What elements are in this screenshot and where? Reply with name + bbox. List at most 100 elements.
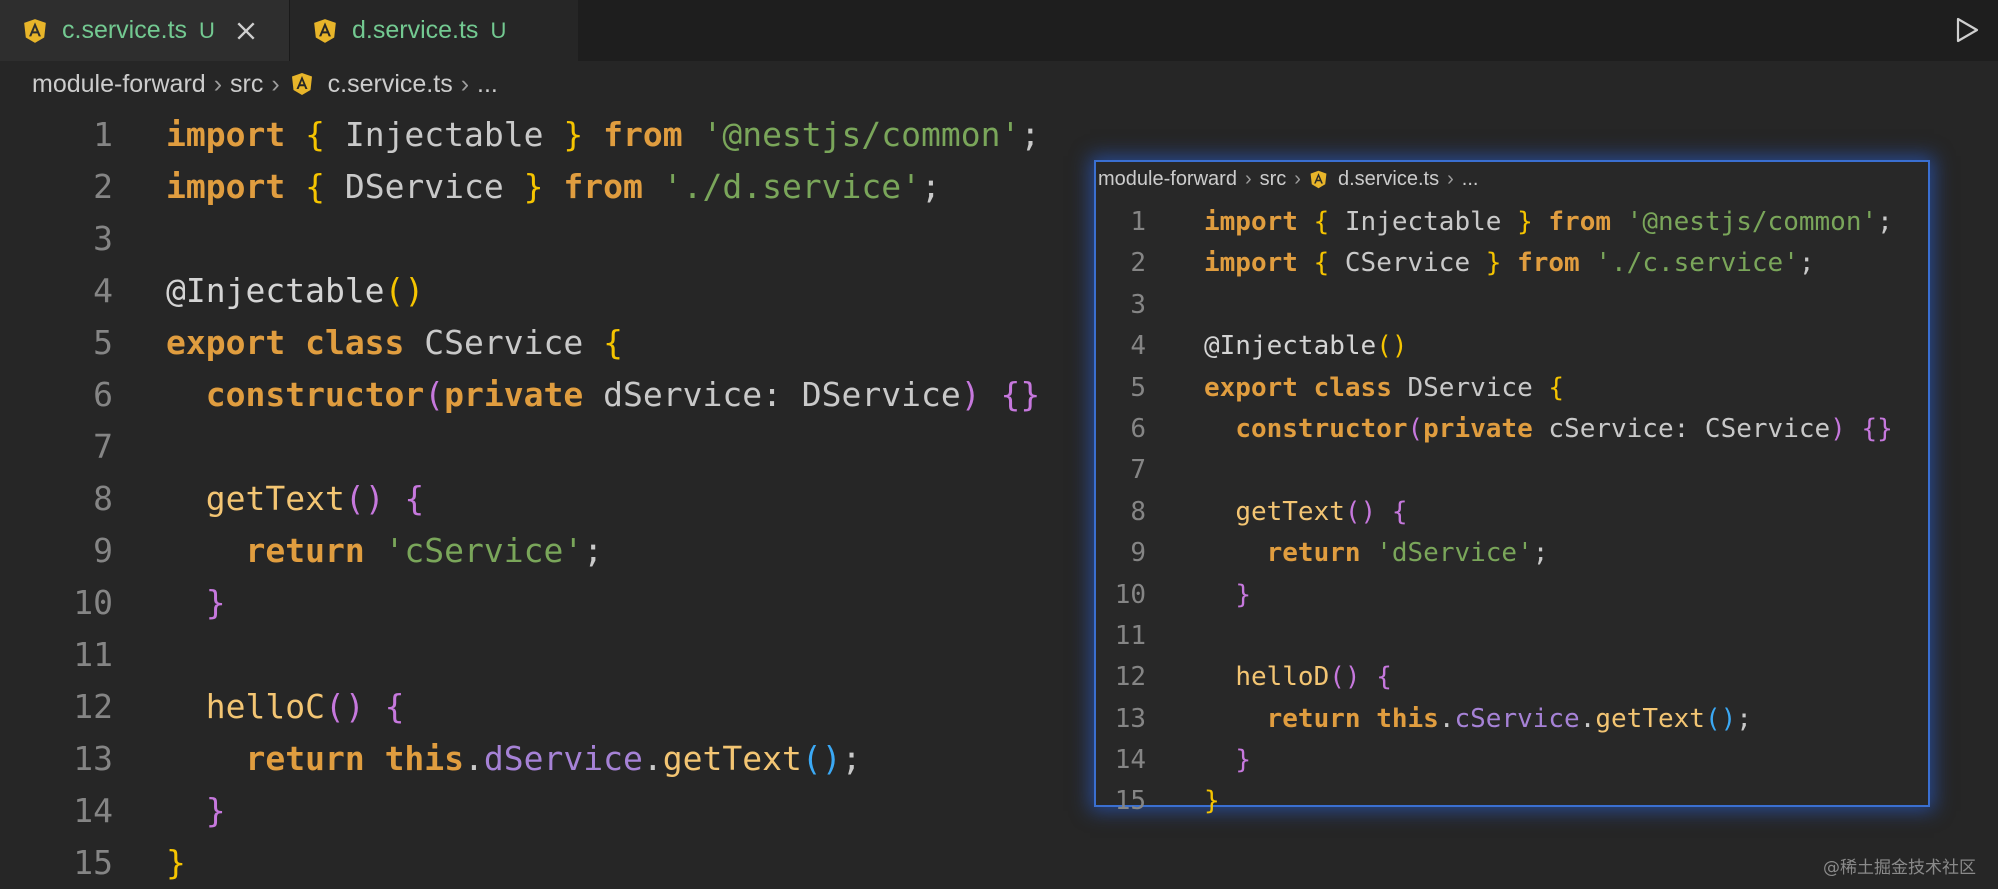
peek-definition-popup[interactable]: module-forward › src › d.service.ts › ..… [1094,160,1930,816]
code-line[interactable]: 2 import { DService } from './d.service'; [0,161,1040,213]
watermark: @稀土掘金技术社区 [1823,858,1976,878]
code-token: . [1579,703,1596,734]
line-number: 9 [1130,538,1146,569]
code-line[interactable]: 11 [1096,616,1893,657]
code-text: return 'dService'; [1170,533,1549,574]
code-token: './c.service' [1595,248,1799,279]
code-token: this [384,739,465,778]
breadcrumb-file[interactable]: d.service.ts [1338,168,1439,191]
code-token: ; [1877,207,1893,237]
code-line[interactable]: 3 [1096,285,1893,326]
peek-code-editor[interactable]: 1 import { Injectable } from '@nestjs/com… [1096,202,1893,823]
code-token: { [1313,248,1345,279]
code-token: class [305,323,425,362]
code-text: export class DService { [1170,368,1564,409]
code-line[interactable]: 7 [1096,450,1893,491]
code-line[interactable]: 14 } [1096,740,1893,781]
tab-c-service[interactable]: c.service.ts U [0,0,290,61]
code-token: class [1313,372,1408,403]
breadcrumb-src[interactable]: src [1260,168,1287,191]
code-line[interactable]: 5 export class CService { [0,317,1040,369]
code-token: from [563,167,663,206]
code-token: ; [1532,538,1549,569]
angular-icon [1310,170,1327,188]
code-token: () { [324,687,405,726]
code-text: getText() { [166,473,425,525]
code-line[interactable]: 1 import { Injectable } from '@nestjs/com… [1096,202,1893,243]
code-token: CService [1344,248,1486,279]
code-line[interactable]: 4 @Injectable() [1096,326,1893,367]
angular-icon [314,18,336,43]
code-line[interactable]: 3 [0,213,1040,265]
line-number: 3 [93,219,113,258]
breadcrumb-symbol[interactable]: ... [477,70,498,99]
code-line[interactable]: 14 } [0,785,1040,837]
code-token: ; [1736,703,1752,734]
tab-label: d.service.ts [352,16,479,44]
breadcrumb-folder[interactable]: module-forward [1098,168,1237,191]
code-line[interactable]: 9 return 'cService'; [0,525,1040,577]
breadcrumb-folder[interactable]: module-forward [32,70,206,99]
code-token: dService: DService [603,375,961,414]
code-line[interactable]: 7 [0,421,1040,473]
code-token: helloC [205,687,325,726]
code-line[interactable]: 8 getText() { [1096,492,1893,533]
code-token: () { [1344,496,1408,527]
code-token: '@nestjs/common' [702,115,1021,154]
code-text: } [1170,575,1251,616]
code-line[interactable]: 5 export class DService { [1096,368,1893,409]
code-token: } [1485,248,1518,279]
code-token: Injectable [1344,207,1518,237]
chevron-right-icon: › [271,69,280,98]
code-line[interactable]: 6 constructor(private dService: DService… [0,369,1040,421]
code-token: () { [344,479,425,518]
code-line[interactable]: 11 [0,629,1040,681]
code-line[interactable]: 15} [0,837,1040,889]
code-token: cService: CService [1548,413,1831,444]
code-line[interactable]: 8 getText() { [0,473,1040,525]
code-token: import [1204,207,1314,237]
breadcrumb-file[interactable]: c.service.ts [328,70,453,99]
code-line[interactable]: 4 @Injectable() [0,265,1040,317]
line-number: 14 [73,791,113,830]
code-line[interactable]: 2 import { CService } from './c.service'; [1096,243,1893,284]
breadcrumb-symbol[interactable]: ... [1462,168,1479,191]
code-token: DService [1407,372,1549,403]
code-line[interactable]: 12 helloC() { [0,681,1040,733]
code-line[interactable]: 15} [1096,781,1893,822]
close-icon[interactable] [235,20,257,42]
line-number: 10 [1114,579,1146,610]
chevron-right-icon: › [460,69,470,98]
code-line[interactable]: 9 return 'dService'; [1096,533,1893,574]
code-token: ; [921,167,941,206]
tab-d-service[interactable]: d.service.ts U [290,0,578,61]
line-number: 2 [1130,248,1146,279]
code-line[interactable]: 10 } [1096,575,1893,616]
code-token: . [642,739,663,778]
breadcrumb-src[interactable]: src [230,70,263,99]
run-icon[interactable] [1954,16,1980,44]
chevron-right-icon: › [213,69,223,98]
code-line[interactable]: 12 helloD() { [1096,657,1893,698]
code-token: ; [841,739,862,778]
line-number: 14 [1114,745,1146,776]
code-token: return [245,531,385,570]
code-line[interactable]: 6 constructor(private cService: CService… [1096,409,1892,450]
line-number: 4 [93,271,113,310]
chevron-right-icon: › [1244,167,1252,190]
code-editor[interactable]: 1 import { Injectable } from '@nestjs/com… [0,109,1040,889]
untracked-badge: U [199,17,215,43]
code-line[interactable]: 13 return this.dService.getText(); [0,733,1040,785]
code-token: constructor [1235,413,1408,444]
code-token: Injectable [344,115,564,154]
code-line[interactable]: 1 import { Injectable } from '@nestjs/com… [0,109,1040,161]
code-line[interactable]: 13 return this.cService.getText(); [1096,699,1893,740]
code-text: import { DService } from './d.service'; [166,161,941,213]
code-line[interactable]: 10 } [0,577,1040,629]
line-number: 13 [1114,703,1146,734]
